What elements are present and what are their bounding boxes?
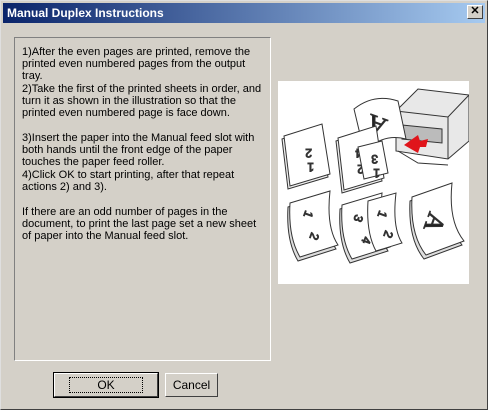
svg-text:1: 1 (373, 166, 380, 180)
cancel-button-label: Cancel (172, 378, 211, 392)
odd-pages-note: If there are an odd number of pages in t… (22, 206, 257, 243)
duplex-illustration: A 2 1 4 2 3 1 1 2 (278, 81, 470, 284)
sheet-stack-1: 2 1 (281, 123, 331, 190)
printer-icon (395, 88, 470, 166)
instruction-step-1: 1)After the even pages are printed, remo… (22, 46, 251, 83)
instruction-step-3: 3)Insert the paper into the Manual feed … (22, 132, 255, 169)
close-button[interactable]: ✕ (467, 5, 483, 19)
duplex-illustration-graphic: A 2 1 4 2 3 1 1 2 (281, 88, 470, 264)
sheet-single-a: A (409, 182, 465, 260)
instruction-step-2: 2)Take the first of the printed sheets i… (22, 83, 262, 120)
title-bar[interactable]: Manual Duplex Instructions ✕ (3, 3, 485, 23)
svg-text:3: 3 (371, 152, 378, 166)
close-icon: ✕ (470, 5, 480, 17)
instruction-step-4: 4)Click OK to start printing, after that… (22, 169, 235, 194)
instructions-panel: 1)After the even pages are printed, remo… (14, 37, 271, 361)
svg-text:2: 2 (305, 146, 312, 160)
ok-button-label: OK (97, 378, 115, 392)
sheet-stack-4: 3 4 1 2 (339, 192, 403, 264)
cancel-button[interactable]: Cancel (165, 373, 218, 397)
sheet-stack-3: 1 2 (287, 190, 339, 262)
window-title: Manual Duplex Instructions (7, 6, 164, 20)
svg-text:1: 1 (307, 160, 314, 174)
ok-button[interactable]: OK (53, 372, 159, 398)
manual-duplex-dialog: Manual Duplex Instructions ✕ 1)After the… (0, 0, 488, 410)
